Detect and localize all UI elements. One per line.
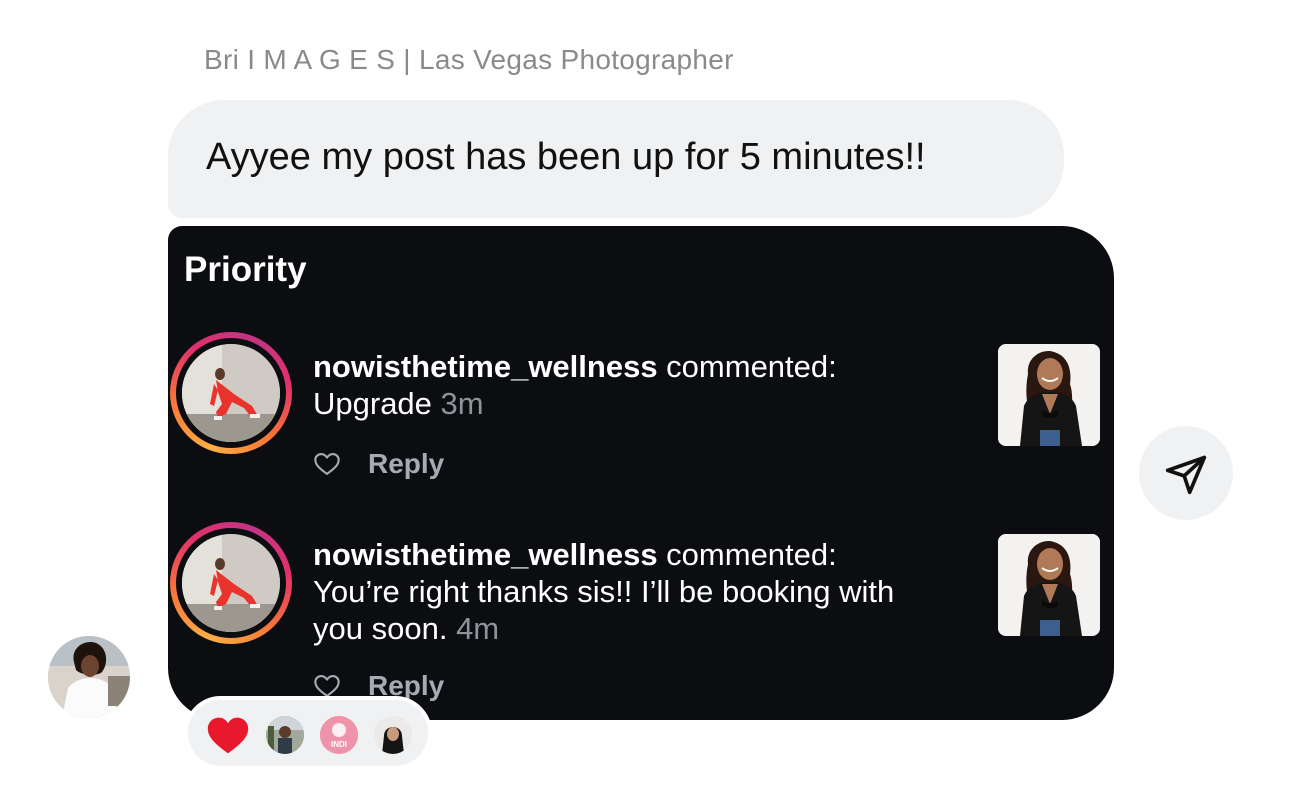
shared-activity-card[interactable]: Priority nowisthetime_wellness commented…	[168, 226, 1114, 720]
notification-text: nowisthetime_wellness commented: You’re …	[313, 536, 933, 647]
reply-button[interactable]: Reply	[368, 448, 444, 480]
notification-action: commented:	[657, 537, 837, 572]
reactor-avatar	[266, 716, 304, 754]
post-thumbnail[interactable]	[998, 534, 1100, 636]
post-thumbnail[interactable]	[998, 344, 1100, 446]
notification-text: nowisthetime_wellness commented: Upgrade…	[313, 348, 933, 422]
comment-text: You’re right thanks sis!! I’ll be bookin…	[313, 574, 895, 646]
commenter-username[interactable]: nowisthetime_wellness	[313, 349, 658, 384]
heart-outline-icon[interactable]	[313, 450, 341, 478]
story-ring[interactable]	[170, 522, 292, 644]
reactor-badge-text: INDI	[331, 740, 347, 749]
comment-time: 4m	[456, 611, 500, 646]
message-bubble[interactable]: Ayyee my post has been up for 5 minutes!…	[168, 100, 1064, 218]
share-button[interactable]	[1139, 426, 1233, 520]
dm-thread: Bri I M A G E S | Las Vegas Photographer…	[0, 0, 1290, 806]
commenter-username[interactable]: nowisthetime_wellness	[313, 537, 658, 572]
reactor-avatar	[374, 716, 412, 754]
paper-plane-icon	[1165, 455, 1207, 495]
heart-reaction-icon	[207, 717, 249, 754]
notification-action: commented:	[657, 349, 837, 384]
reactions-bar[interactable]: INDI	[184, 696, 432, 770]
comment-text: Upgrade	[313, 386, 432, 421]
card-title: Priority	[184, 250, 307, 289]
sender-avatar[interactable]	[48, 636, 130, 718]
story-ring[interactable]	[170, 332, 292, 454]
sender-name: Bri I M A G E S | Las Vegas Photographer	[204, 44, 734, 75]
commenter-avatar	[182, 534, 280, 632]
commenter-avatar	[182, 344, 280, 442]
message-text: Ayyee my post has been up for 5 minutes!…	[206, 136, 926, 178]
comment-time: 3m	[440, 386, 484, 421]
reactor-avatar: INDI	[320, 716, 358, 754]
